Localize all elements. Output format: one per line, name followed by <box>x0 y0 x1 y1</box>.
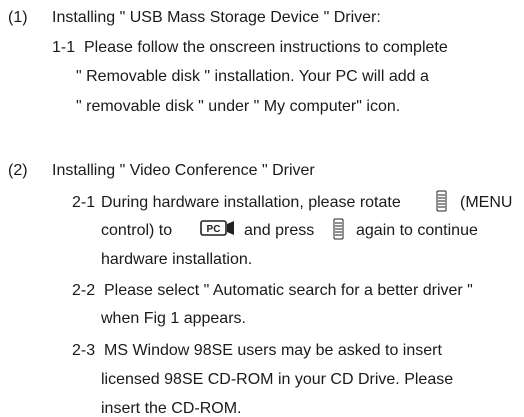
step-2-3-line-1: MS Window 98SE users may be asked to ins… <box>104 342 442 359</box>
step-2-1-line-1-after-icon: (MENU <box>460 194 513 211</box>
step-2-3-line-2: licensed 98SE CD-ROM in your CD Drive. P… <box>101 371 454 388</box>
step-2-1-line-2-after-icon: again to continue <box>356 222 478 239</box>
step-2-2-number: 2-2 <box>72 282 96 299</box>
section-1-number: (1) <box>8 9 28 26</box>
section-2-title: Installing " Video Conference " Driver <box>52 162 315 179</box>
step-2-2-line-1: Please select " Automatic search for a b… <box>104 282 473 299</box>
svg-text:PC: PC <box>207 224 221 235</box>
pc-camera-icon: PC <box>200 219 236 242</box>
step-1-1-line-1: Please follow the onscreen instructions … <box>84 39 448 56</box>
step-1-1-line-3: " removable disk " under " My computer" … <box>76 98 401 115</box>
step-2-1-line-2-middle: and press <box>244 222 315 239</box>
step-2-1-line-3: hardware installation. <box>101 251 253 268</box>
section-1-title: Installing " USB Mass Storage Device " D… <box>52 9 381 26</box>
section-2-number: (2) <box>8 162 28 179</box>
menu-dial-icon <box>333 218 344 245</box>
step-2-1-line-2-before-icon: control) to <box>101 222 173 239</box>
step-2-1-line-1-before-icon: During hardware installation, please rot… <box>101 194 401 211</box>
manual-page: (1) Installing " USB Mass Storage Device… <box>0 0 524 417</box>
step-2-1-number: 2-1 <box>72 194 96 211</box>
step-1-1-number: 1-1 <box>52 39 76 56</box>
menu-dial-icon <box>436 190 447 217</box>
step-2-3-number: 2-3 <box>72 342 96 359</box>
step-2-2-line-2: when Fig 1 appears. <box>101 310 246 327</box>
step-2-3-line-3: insert the CD-ROM. <box>101 400 242 417</box>
step-1-1-line-2: " Removable disk " installation. Your PC… <box>76 68 429 85</box>
